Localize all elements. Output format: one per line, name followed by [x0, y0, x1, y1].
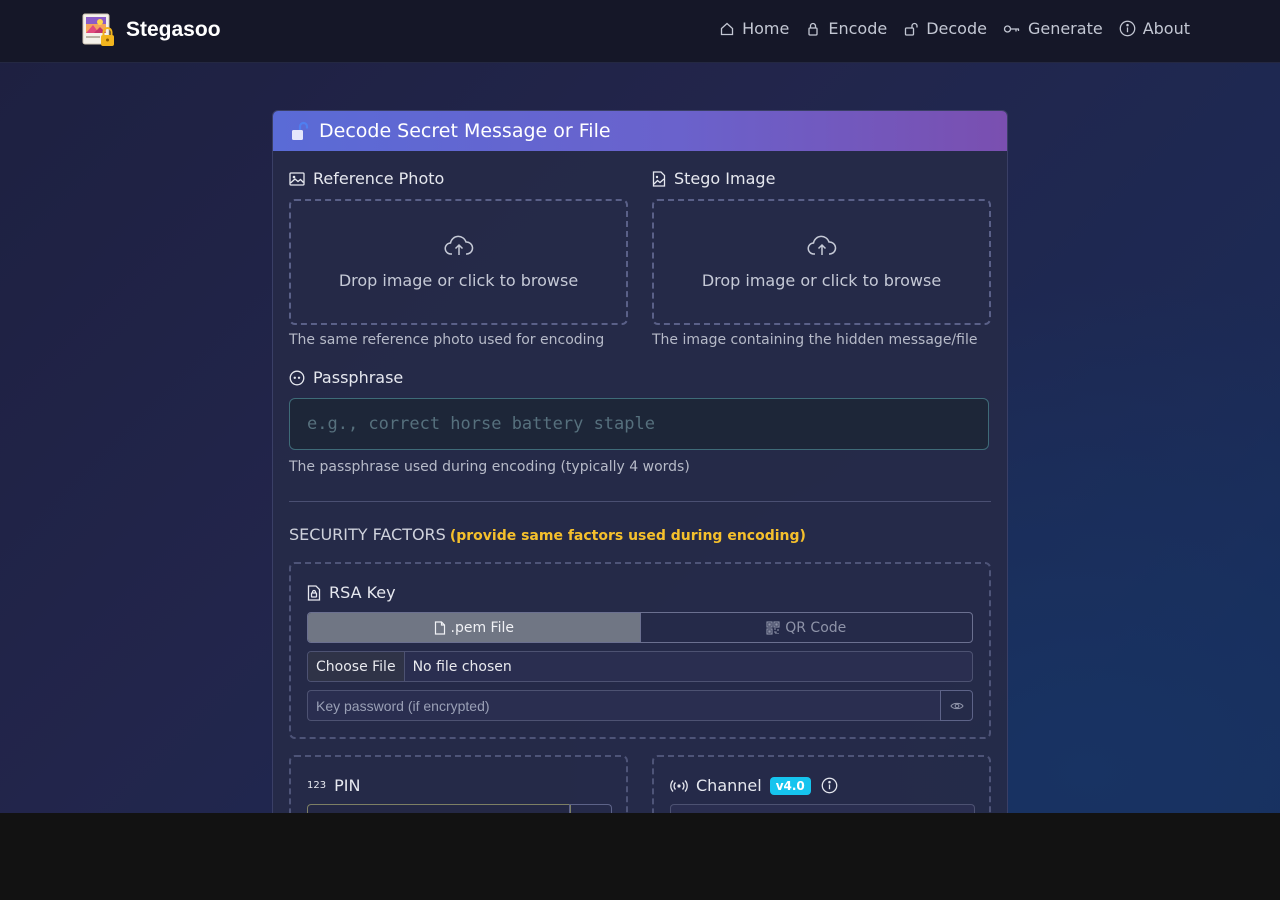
- key-password-row: [307, 690, 973, 721]
- passphrase-input[interactable]: [289, 398, 989, 450]
- lock-icon: [808, 22, 819, 36]
- nav-about-label: About: [1142, 19, 1190, 38]
- rsa-key-file-input[interactable]: Choose File No file chosen: [307, 651, 973, 682]
- qr-code-label: QR Code: [785, 619, 847, 636]
- card-header: Decode Secret Message or File: [273, 111, 1007, 151]
- unlock-icon: [292, 121, 309, 140]
- nav-generate-label: Generate: [1027, 19, 1103, 38]
- passphrase-help: The passphrase used during encoding (typ…: [289, 459, 690, 475]
- nav-encode-label: Encode: [828, 19, 888, 38]
- stego-help: The image containing the hidden message/…: [652, 332, 978, 348]
- card-title: Decode Secret Message or File: [319, 120, 611, 142]
- security-factors-heading: SECURITY FACTORS (provide same factors us…: [289, 525, 806, 544]
- chat-quote-icon: [289, 370, 305, 385]
- divider: [289, 501, 991, 502]
- security-factors-note: (provide same factors used during encodi…: [449, 528, 806, 544]
- passphrase-label: Passphrase: [313, 368, 404, 387]
- app-viewport: Stegasoo Home Encode Decode Generate Abo…: [0, 0, 1280, 813]
- key-icon: [1003, 24, 1020, 33]
- nav-home-label: Home: [742, 19, 790, 38]
- file-icon: [434, 620, 445, 635]
- nav-home[interactable]: Home: [719, 19, 789, 38]
- nav-about[interactable]: About: [1119, 19, 1190, 38]
- rsa-key-section: RSA Key .pem File QR Code Choose File No…: [289, 562, 991, 739]
- rsa-key-label-row: RSA Key: [307, 583, 396, 602]
- key-password-input[interactable]: [307, 690, 940, 721]
- channel-label: Channel: [696, 776, 762, 795]
- cloud-upload-icon: [807, 235, 836, 255]
- info-icon: [1119, 20, 1136, 37]
- nav-decode-label: Decode: [926, 19, 987, 38]
- stego-image-label: Stego Image: [674, 169, 776, 188]
- rsa-key-source-toggle: .pem File QR Code: [307, 612, 973, 643]
- pin-section: 123 PIN: [289, 755, 628, 813]
- file-status: No file chosen: [412, 658, 512, 675]
- pin-input[interactable]: [307, 804, 571, 813]
- nav-generate[interactable]: Generate: [1003, 19, 1103, 38]
- stego-drop-text: Drop image or click to browse: [701, 270, 942, 290]
- pin-label-row: 123 PIN: [307, 776, 360, 795]
- choose-file-button[interactable]: Choose File: [308, 652, 405, 681]
- image-icon: [289, 171, 305, 186]
- stego-image-label-row: Stego Image: [652, 169, 775, 188]
- channel-label-row: Channel v4.0: [670, 776, 846, 795]
- channel-input[interactable]: [670, 804, 975, 813]
- nav-decode[interactable]: Decode: [903, 19, 987, 38]
- reference-photo-label: Reference Photo: [313, 169, 445, 188]
- qr-code-icon: [766, 620, 780, 635]
- pin-123-icon: 123: [307, 780, 327, 791]
- file-lock-icon: [307, 584, 321, 601]
- reference-drop-text: Drop image or click to browse: [338, 270, 579, 290]
- rsa-key-label: RSA Key: [329, 583, 396, 602]
- reference-photo-label-row: Reference Photo: [289, 169, 444, 188]
- main-nav: Home Encode Decode Generate About: [719, 19, 1190, 38]
- pem-file-toggle[interactable]: .pem File: [308, 613, 640, 642]
- nav-encode[interactable]: Encode: [805, 19, 887, 38]
- pin-label: PIN: [334, 776, 361, 795]
- stegasoo-logo-icon: [82, 13, 116, 47]
- qr-code-toggle[interactable]: QR Code: [639, 613, 973, 642]
- eye-icon: [949, 702, 964, 709]
- security-factors-title: SECURITY FACTORS: [289, 525, 446, 544]
- broadcast-icon: [670, 779, 688, 792]
- file-image-icon: [652, 170, 666, 187]
- top-navbar: Stegasoo Home Encode Decode Generate Abo…: [0, 0, 1280, 63]
- app-name: Stegasoo: [126, 18, 221, 41]
- pem-file-label: .pem File: [450, 619, 514, 636]
- brand[interactable]: Stegasoo: [82, 13, 221, 47]
- passphrase-label-row: Passphrase: [289, 368, 403, 387]
- stego-image-dropzone[interactable]: Drop image or click to browse: [652, 199, 991, 325]
- version-badge: v4.0: [769, 776, 811, 795]
- decode-card: Decode Secret Message or File Reference …: [272, 110, 1008, 813]
- unlock-icon: [905, 22, 918, 36]
- pin-visibility-button[interactable]: [569, 804, 612, 813]
- house-icon: [720, 22, 734, 35]
- channel-section: Channel v4.0: [652, 755, 991, 813]
- cloud-upload-icon: [444, 235, 473, 255]
- reference-help: The same reference photo used for encodi…: [289, 332, 605, 348]
- toggle-password-visibility-button[interactable]: [940, 690, 973, 721]
- reference-photo-dropzone[interactable]: Drop image or click to browse: [289, 199, 628, 325]
- info-icon[interactable]: [821, 777, 838, 794]
